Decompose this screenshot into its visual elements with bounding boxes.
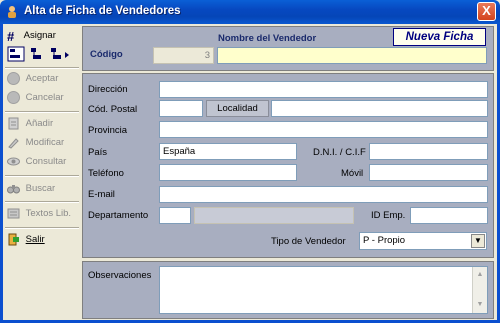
cancelar-button[interactable]: Cancelar xyxy=(7,91,64,107)
sidebar-separator xyxy=(5,111,79,113)
close-button[interactable]: X xyxy=(477,2,496,21)
sidebar-separator xyxy=(5,201,79,203)
exit-door-icon xyxy=(8,233,19,246)
buscar-button[interactable]: Buscar xyxy=(7,182,55,198)
departamento-desc-field xyxy=(194,207,354,224)
navigation-icons xyxy=(7,46,77,62)
nombre-vendedor-header: Nombre del Vendedor xyxy=(218,33,317,44)
edit-icon xyxy=(8,138,19,149)
id-emp-field[interactable] xyxy=(410,207,488,224)
aceptar-icon xyxy=(7,72,20,85)
cancelar-icon xyxy=(7,91,20,104)
view-icon xyxy=(7,157,20,166)
telefono-field[interactable] xyxy=(159,164,297,181)
provincia-field[interactable] xyxy=(159,121,488,138)
email-field[interactable] xyxy=(159,186,488,203)
salir-button[interactable]: Salir xyxy=(7,233,45,249)
aceptar-label: Aceptar xyxy=(25,73,59,84)
departamento-label: Departamento xyxy=(88,210,149,221)
first-record-icon[interactable] xyxy=(7,46,25,62)
cod-postal-label: Cód. Postal xyxy=(88,104,138,115)
buscar-label: Buscar xyxy=(25,183,56,194)
scroll-down-icon[interactable]: ▼ xyxy=(474,299,486,311)
window-title: Alta de Ficha de Vendedores xyxy=(24,5,181,17)
consultar-button[interactable]: Consultar xyxy=(7,155,66,171)
provincia-label: Provincia xyxy=(88,125,128,136)
email-label: E-mail xyxy=(88,189,115,200)
tipo-vendedor-select[interactable]: P - Propio ▼ xyxy=(359,232,487,250)
mode-badge: Nueva Ficha xyxy=(393,28,486,46)
hash-icon: # xyxy=(7,29,15,44)
direccion-field[interactable] xyxy=(159,81,488,98)
observaciones-scrollbar[interactable]: ▲ ▼ xyxy=(472,267,487,313)
movil-label: Móvil xyxy=(341,168,364,179)
binoculars-icon xyxy=(7,185,20,194)
localidad-label: Localidad xyxy=(206,100,269,117)
next-record-icon[interactable] xyxy=(51,48,69,59)
tipo-vendedor-label: Tipo de Vendedor xyxy=(271,236,346,247)
anadir-label: Añadir xyxy=(25,118,54,129)
pais-label: País xyxy=(88,147,108,158)
add-record-icon xyxy=(8,117,19,130)
sidebar-separator xyxy=(5,175,79,177)
cancelar-label: Cancelar xyxy=(25,92,64,103)
title-bar: Alta de Ficha de Vendedores X xyxy=(0,0,500,24)
movil-field[interactable] xyxy=(369,164,488,181)
codigo-field: 3 xyxy=(153,47,214,64)
chevron-down-icon[interactable]: ▼ xyxy=(471,234,485,248)
dni-label: D.N.I. / C.I.F xyxy=(313,147,366,158)
nombre-field[interactable] xyxy=(217,47,487,64)
asignar-label: Asignar xyxy=(23,30,56,41)
dni-field[interactable] xyxy=(369,143,488,160)
id-emp-label: ID Emp. xyxy=(371,210,406,221)
sidebar-separator xyxy=(5,67,79,69)
direccion-label: Dirección xyxy=(88,84,128,95)
app-icon xyxy=(8,6,16,18)
departamento-code-field[interactable] xyxy=(159,207,191,224)
pais-field[interactable]: España xyxy=(159,143,297,160)
salir-label: Salir xyxy=(25,234,45,245)
scroll-up-icon[interactable]: ▲ xyxy=(474,269,486,281)
textos-lib-button[interactable]: Textos Lib. xyxy=(7,207,71,223)
cod-postal-field[interactable] xyxy=(159,100,203,117)
anadir-button[interactable]: Añadir xyxy=(7,117,53,133)
codigo-label: Código xyxy=(90,49,123,60)
telefono-label: Teléfono xyxy=(88,168,124,179)
library-icon xyxy=(7,208,20,219)
asignar-button[interactable]: # Asignar xyxy=(7,29,56,45)
consultar-label: Consultar xyxy=(25,156,67,167)
modificar-button[interactable]: Modificar xyxy=(7,136,64,152)
previous-record-icon[interactable] xyxy=(31,48,41,59)
sidebar-separator xyxy=(5,227,79,229)
sidebar: # Asignar Aceptar Cancelar Añadir Modifi… xyxy=(3,24,81,320)
tipo-vendedor-value: P - Propio xyxy=(363,235,406,246)
localidad-field[interactable] xyxy=(271,100,488,117)
modificar-label: Modificar xyxy=(25,137,65,148)
observaciones-label: Observaciones xyxy=(88,270,152,281)
aceptar-button[interactable]: Aceptar xyxy=(7,72,58,88)
textos-lib-label: Textos Lib. xyxy=(25,208,72,219)
observaciones-textarea[interactable]: ▲ ▼ xyxy=(159,266,488,314)
